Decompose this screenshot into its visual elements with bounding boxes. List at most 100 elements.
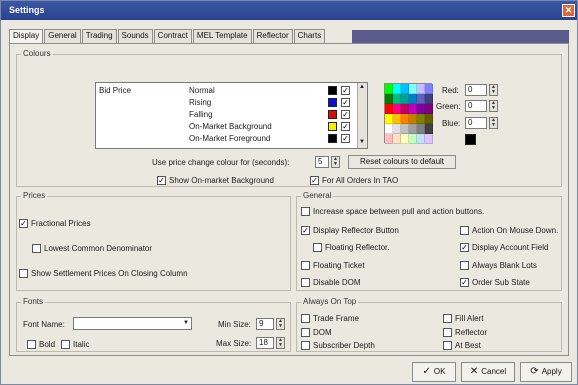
lcd-checkbox[interactable]	[32, 244, 41, 253]
palette-swatch[interactable]	[425, 94, 433, 104]
green-spinner[interactable]: ▲ ▼	[489, 100, 498, 112]
palette-swatch[interactable]	[417, 114, 425, 124]
palette-swatch[interactable]	[401, 84, 409, 94]
palette-swatch[interactable]	[425, 84, 433, 94]
tab-display[interactable]: Display	[9, 29, 44, 43]
tab-trading[interactable]: Trading	[81, 29, 117, 43]
palette-swatch[interactable]	[401, 114, 409, 124]
order-sub-checkbox[interactable]: ✓	[460, 278, 469, 287]
price-change-input[interactable]: 5	[315, 156, 329, 168]
colour-row[interactable]: Falling ✓	[96, 109, 354, 120]
palette-swatch[interactable]	[409, 114, 417, 124]
floating-ticket-checkbox[interactable]	[301, 261, 310, 270]
colour-row-checkbox[interactable]: ✓	[341, 110, 350, 119]
blue-input[interactable]: 0	[465, 117, 487, 129]
palette-swatch[interactable]	[385, 134, 393, 144]
bold-checkbox[interactable]	[27, 340, 36, 349]
tab-mel-template[interactable]: MEL Template	[192, 29, 252, 43]
palette-swatch[interactable]	[417, 84, 425, 94]
tab-contract[interactable]: Contract	[153, 29, 192, 43]
palette-swatch[interactable]	[409, 94, 417, 104]
tab-sounds[interactable]: Sounds	[117, 29, 153, 43]
palette-swatch[interactable]	[417, 104, 425, 114]
reflector-checkbox[interactable]	[443, 328, 452, 337]
palette-swatch[interactable]	[393, 124, 401, 134]
display-reflector-checkbox[interactable]: ✓	[301, 226, 310, 235]
palette-swatch[interactable]	[385, 84, 393, 94]
action-mouse-checkbox[interactable]	[460, 226, 469, 235]
colour-row[interactable]: On-Market Background ✓	[96, 121, 354, 132]
red-input[interactable]: 0	[465, 84, 487, 96]
subscriber-depth-checkbox[interactable]	[301, 341, 310, 350]
palette-swatch[interactable]	[401, 134, 409, 144]
always-blank-checkbox[interactable]	[460, 261, 469, 270]
scroll-down-icon[interactable]: ▼	[359, 139, 365, 145]
palette-swatch[interactable]	[393, 114, 401, 124]
blue-spinner[interactable]: ▲ ▼	[489, 117, 498, 129]
colour-row-checkbox[interactable]: ✓	[341, 98, 350, 107]
palette-swatch[interactable]	[425, 114, 433, 124]
palette-swatch[interactable]	[385, 94, 393, 104]
dom-checkbox[interactable]	[301, 328, 310, 337]
ok-button[interactable]: ✓ OK	[412, 362, 456, 382]
palette-swatch[interactable]	[425, 104, 433, 114]
palette-swatch[interactable]	[417, 94, 425, 104]
italic-checkbox[interactable]	[61, 340, 70, 349]
display-account-checkbox[interactable]: ✓	[460, 243, 469, 252]
disable-dom-checkbox[interactable]	[301, 278, 310, 287]
colour-row-checkbox[interactable]: ✓	[341, 122, 350, 131]
palette-swatch[interactable]	[385, 104, 393, 114]
palette-swatch[interactable]	[409, 84, 417, 94]
fractional-prices-checkbox[interactable]: ✓	[19, 219, 28, 228]
palette-swatch[interactable]	[393, 104, 401, 114]
fill-alert-checkbox[interactable]	[443, 314, 452, 323]
colour-row-checkbox[interactable]: ✓	[341, 86, 350, 95]
tab-general[interactable]: General	[44, 29, 81, 43]
palette-swatch[interactable]	[425, 134, 433, 144]
for-all-orders-checkbox[interactable]: ✓	[310, 176, 319, 185]
settlement-checkbox[interactable]	[19, 269, 28, 278]
min-size-spinner[interactable]: ▲ ▼	[276, 318, 285, 330]
increase-space-checkbox[interactable]	[301, 207, 310, 216]
close-button[interactable]: ✕	[562, 4, 575, 17]
palette-swatch[interactable]	[425, 124, 433, 134]
colour-row[interactable]: Normal ✓	[96, 85, 354, 96]
chevron-down-icon[interactable]: ▼	[183, 320, 189, 326]
palette-swatch[interactable]	[417, 134, 425, 144]
colour-list[interactable]: Bid Price Normal ✓ Rising ✓ Falling ✓ On…	[95, 82, 368, 149]
colour-list-scrollbar[interactable]: ▲ ▼	[357, 83, 367, 148]
palette-swatch[interactable]	[401, 104, 409, 114]
show-onmarket-checkbox[interactable]: ✓	[157, 176, 166, 185]
tab-charts[interactable]: Charts	[293, 29, 326, 43]
cancel-button[interactable]: ✕ Cancel	[461, 362, 515, 382]
palette-swatch[interactable]	[409, 104, 417, 114]
font-name-dropdown[interactable]	[73, 317, 192, 330]
title-bar[interactable]: Settings ✕	[1, 1, 577, 20]
max-size-spinner[interactable]: ▲ ▼	[276, 337, 285, 349]
price-change-spinner[interactable]: ▲ ▼	[331, 156, 340, 168]
floating-reflector-checkbox[interactable]	[313, 243, 322, 252]
apply-button[interactable]: ⟳ Apply	[520, 362, 572, 382]
palette-swatch[interactable]	[401, 124, 409, 134]
tab-reflector[interactable]: Reflector	[252, 29, 293, 43]
palette-swatch[interactable]	[417, 124, 425, 134]
palette-swatch[interactable]	[385, 114, 393, 124]
palette-swatch[interactable]	[385, 124, 393, 134]
red-spinner[interactable]: ▲ ▼	[489, 84, 498, 96]
green-input[interactable]: 0	[465, 100, 487, 112]
scroll-up-icon[interactable]: ▲	[359, 84, 365, 90]
colour-row[interactable]: Rising ✓	[96, 97, 354, 108]
max-size-input[interactable]: 18	[256, 337, 274, 349]
palette-swatch[interactable]	[393, 94, 401, 104]
palette-swatch[interactable]	[393, 134, 401, 144]
colour-palette[interactable]	[384, 83, 433, 144]
min-size-input[interactable]: 9	[256, 318, 274, 330]
trade-frame-checkbox[interactable]	[301, 314, 310, 323]
colour-row[interactable]: On-Market Foreground ✓	[96, 133, 354, 144]
reset-colours-button[interactable]: Reset colours to default	[348, 155, 456, 169]
at-best-checkbox[interactable]	[443, 341, 452, 350]
colour-row-checkbox[interactable]: ✓	[341, 134, 350, 143]
palette-swatch[interactable]	[409, 124, 417, 134]
palette-swatch[interactable]	[409, 134, 417, 144]
palette-swatch[interactable]	[401, 94, 409, 104]
